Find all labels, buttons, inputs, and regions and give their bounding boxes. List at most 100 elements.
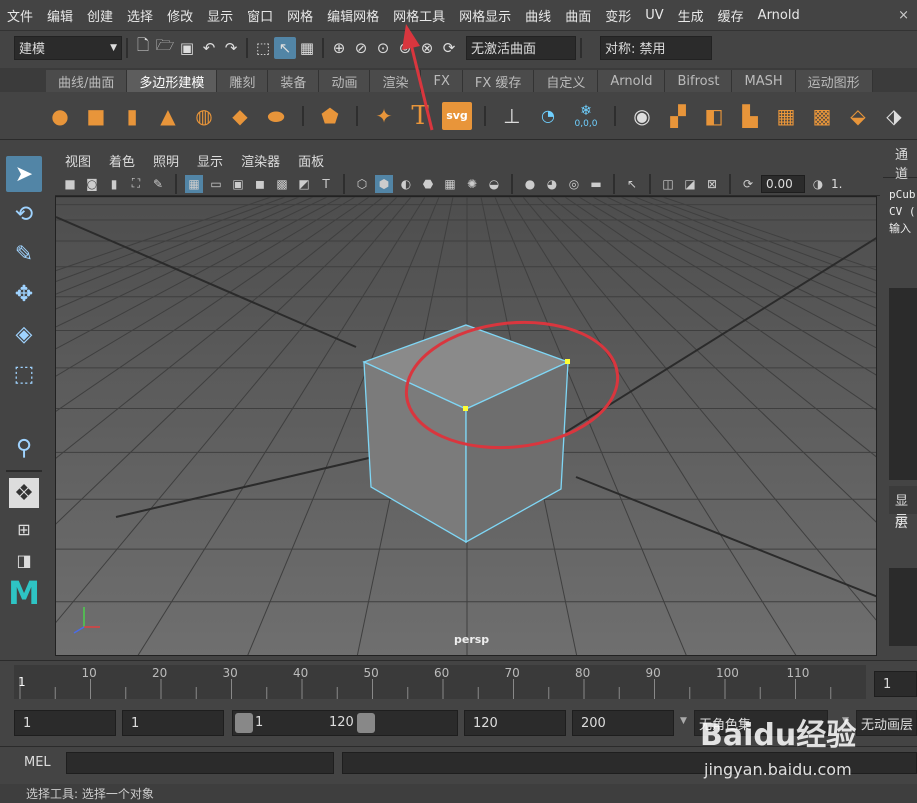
range-handle-right[interactable] <box>357 713 375 733</box>
textured-icon[interactable]: ▦ <box>441 175 459 193</box>
reduce-icon[interactable]: ▩ <box>808 102 836 130</box>
panel-menu-item[interactable]: 着色 <box>109 151 135 170</box>
image-plane-icon[interactable]: ⛶ <box>127 175 145 193</box>
animation-start-field[interactable]: 1 <box>14 710 116 736</box>
time-slider-track[interactable]: 10 20 30 40 50 60 70 80 90 100 110 <box>14 665 866 699</box>
redo-icon[interactable]: ↷ <box>220 37 242 59</box>
select-tool-icon[interactable]: ➤ <box>6 156 42 192</box>
gamma-value[interactable]: 1. <box>831 177 842 191</box>
range-bar[interactable]: 1 120 <box>232 710 458 736</box>
clock-icon[interactable]: ◔ <box>534 102 562 130</box>
channel-box-tab[interactable]: 通道 <box>883 148 917 182</box>
select-component-icon[interactable]: ▦ <box>296 37 318 59</box>
bevel-icon[interactable]: ⬙ <box>844 102 872 130</box>
shelf-tab[interactable]: Bifrost <box>665 70 733 92</box>
save-scene-icon[interactable]: ▣ <box>176 37 198 59</box>
last-tool-icon[interactable]: ⚲ <box>6 430 42 466</box>
safe-title-icon[interactable]: T <box>317 175 335 193</box>
resolution-gate-icon[interactable]: ▣ <box>229 175 247 193</box>
menu-item[interactable]: 网格显示 <box>452 6 518 25</box>
move-tool-icon[interactable]: ✥ <box>6 276 42 312</box>
shelf-tab[interactable]: 曲线/曲面 <box>46 70 128 92</box>
snap-grid-icon[interactable]: ⊕ <box>328 37 350 59</box>
range-handle-left[interactable] <box>235 713 253 733</box>
xray-active-icon[interactable]: ⊠ <box>703 175 721 193</box>
layer-editor-tab[interactable]: 显示 <box>889 486 917 528</box>
exposure-field[interactable]: 0.00 <box>761 174 805 193</box>
object-name[interactable]: pCub <box>889 186 917 203</box>
mel-label[interactable]: MEL <box>24 755 51 770</box>
layer-list[interactable] <box>889 568 917 646</box>
menu-item[interactable]: 曲线 <box>518 6 558 25</box>
menu-item[interactable]: 编辑 <box>40 6 80 25</box>
menu-item[interactable]: UV <box>638 8 670 23</box>
single-view-icon[interactable]: ❖ <box>9 478 39 508</box>
menu-item[interactable]: 显示 <box>200 6 240 25</box>
smooth-shade-icon[interactable]: ⬢ <box>375 174 393 193</box>
rotate-tool-icon[interactable]: ◈ <box>6 316 42 352</box>
channel-list[interactable] <box>889 288 917 480</box>
combine-icon[interactable]: ◉ <box>628 102 656 130</box>
menu-item[interactable]: 变形 <box>598 6 638 25</box>
current-time-marker[interactable]: 1 <box>18 675 26 689</box>
poly-disc-icon[interactable]: ⬬ <box>262 102 290 130</box>
snap-curve-icon[interactable]: ⊘ <box>350 37 372 59</box>
grid-icon[interactable]: ▦ <box>185 174 203 193</box>
shelf-tab[interactable]: Arnold <box>598 70 666 92</box>
selected-vertex[interactable] <box>565 359 570 364</box>
panel-menu-item[interactable]: 照明 <box>153 151 179 170</box>
menu-item[interactable]: 选择 <box>120 6 160 25</box>
mirror-icon[interactable]: ◧ <box>700 102 728 130</box>
new-scene-icon[interactable]: 🗋 <box>132 36 154 59</box>
four-view-icon[interactable]: ⊞ <box>6 514 42 544</box>
extract-icon[interactable]: ▙ <box>736 102 764 130</box>
current-frame-field[interactable]: 1 <box>874 671 917 697</box>
playback-start-field[interactable]: 1 <box>122 710 224 736</box>
shelf-tab[interactable]: 运动图形 <box>795 70 873 92</box>
poly-cylinder-icon[interactable]: ▮ <box>118 102 146 130</box>
poly-torus-icon[interactable]: ◍ <box>190 102 218 130</box>
undo-icon[interactable]: ↶ <box>198 37 220 59</box>
menu-item[interactable]: 编辑网格 <box>320 6 386 25</box>
use-default-material-icon[interactable]: ◐ <box>397 175 415 193</box>
panel-menu-item[interactable]: 面板 <box>298 151 324 170</box>
menu-item[interactable]: 曲面 <box>558 6 598 25</box>
menu-item[interactable]: 修改 <box>160 6 200 25</box>
live-surface-field[interactable]: 无激活曲面 <box>466 35 576 60</box>
shelf-tab[interactable]: 动画 <box>319 70 371 92</box>
open-scene-icon[interactable]: 🗁 <box>154 36 176 59</box>
scale-tool-icon[interactable]: ⬚ <box>6 356 42 392</box>
poly-plane-icon[interactable]: ◆ <box>226 102 254 130</box>
depth-of-field-icon[interactable]: ▬ <box>587 175 605 193</box>
separate-icon[interactable]: ▞ <box>664 102 692 130</box>
pivot-icon[interactable]: ⊥ <box>498 102 526 130</box>
field-chart-icon[interactable]: ▩ <box>273 175 291 193</box>
select-object-icon[interactable]: ↖ <box>274 36 296 59</box>
menu-item[interactable]: 创建 <box>80 6 120 25</box>
selected-vertex[interactable] <box>463 406 468 411</box>
paint-select-icon[interactable]: ✎ <box>6 236 42 272</box>
shelf-tab[interactable]: 自定义 <box>534 70 599 92</box>
lasso-tool-icon[interactable]: ⟲ <box>6 196 42 232</box>
xray-icon[interactable]: ◫ <box>659 175 677 193</box>
gate-mask-icon[interactable]: ◼ <box>251 175 269 193</box>
mode-dropdown[interactable]: 建模 ▼ <box>14 35 122 60</box>
close-icon[interactable]: × <box>891 8 917 23</box>
menu-item[interactable]: 缓存 <box>711 6 751 25</box>
panel-menu-item[interactable]: 显示 <box>197 151 223 170</box>
menu-item[interactable]: 网格 <box>280 6 320 25</box>
exposure-icon[interactable]: ⟳ <box>739 175 757 193</box>
perspective-viewport[interactable]: persp <box>55 196 877 656</box>
isolate-select-icon[interactable]: ↖ <box>623 175 641 193</box>
menu-item[interactable]: 文件 <box>0 6 40 25</box>
gamma-icon[interactable]: ◑ <box>809 175 827 193</box>
bookmark-icon[interactable]: ▮ <box>105 175 123 193</box>
menu-item[interactable]: 生成 <box>671 6 711 25</box>
menu-item[interactable]: Arnold <box>751 8 807 23</box>
shelf-tab[interactable]: MASH <box>732 70 796 92</box>
wireframe-icon[interactable]: ⬡ <box>353 175 371 193</box>
panel-menu-item[interactable]: 视图 <box>65 151 91 170</box>
film-gate-icon[interactable]: ▭ <box>207 175 225 193</box>
camera-select-icon[interactable]: ■ <box>61 175 79 193</box>
poly-cube-icon[interactable]: ■ <box>82 102 110 130</box>
